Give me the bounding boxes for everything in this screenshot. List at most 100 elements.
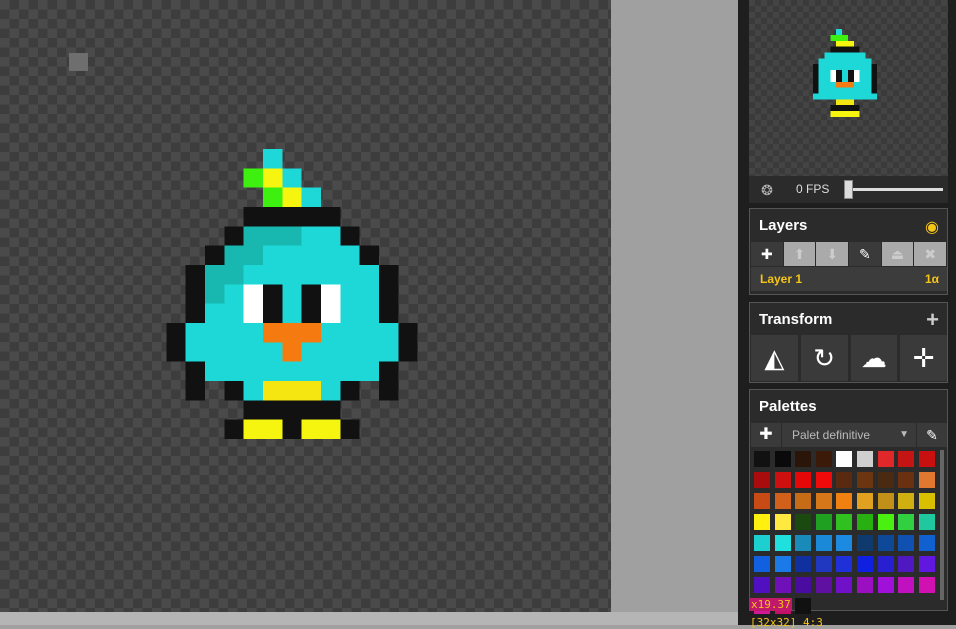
palette-scrollbar[interactable] bbox=[940, 450, 944, 600]
color-swatch[interactable] bbox=[898, 472, 915, 488]
clone-sheep-icon[interactable]: ☁ bbox=[850, 335, 898, 381]
fps-slider-handle[interactable] bbox=[844, 180, 853, 199]
color-swatch[interactable] bbox=[815, 472, 832, 488]
color-swatch[interactable] bbox=[857, 535, 873, 551]
color-swatch[interactable] bbox=[836, 535, 853, 551]
brush-cursor bbox=[69, 53, 88, 71]
color-swatch[interactable] bbox=[877, 577, 894, 593]
flip-icon[interactable]: ◭ bbox=[751, 335, 798, 381]
add-palette-button[interactable]: ✚ bbox=[751, 423, 782, 447]
layer-toolbar: ✚ ⬆ ⬇ ✎ ⏏ ✖ bbox=[751, 242, 948, 266]
color-swatch[interactable] bbox=[754, 514, 770, 530]
color-swatch[interactable] bbox=[857, 451, 873, 467]
color-swatch[interactable] bbox=[795, 535, 812, 551]
rename-layer-button[interactable]: ✎ bbox=[849, 242, 882, 266]
palette-select[interactable]: Palet definitive ▼ bbox=[782, 423, 915, 447]
canvas-size: [32x32] 4:3 bbox=[750, 616, 823, 629]
edit-palette-button[interactable]: ✎ bbox=[916, 423, 947, 447]
color-swatch[interactable] bbox=[815, 556, 832, 572]
color-swatch[interactable] bbox=[795, 514, 812, 530]
color-swatch[interactable] bbox=[795, 598, 812, 614]
color-swatch[interactable] bbox=[815, 535, 832, 551]
rotate-icon[interactable]: ↻ bbox=[800, 335, 848, 381]
color-swatch[interactable] bbox=[795, 472, 812, 488]
layer-opacity[interactable]: 1α bbox=[925, 272, 939, 286]
color-swatch[interactable] bbox=[754, 556, 770, 572]
fps-slider-track[interactable] bbox=[847, 188, 943, 191]
color-swatch[interactable] bbox=[774, 556, 791, 572]
color-swatch[interactable] bbox=[774, 451, 791, 467]
color-swatch[interactable] bbox=[774, 577, 791, 593]
transform-title: Transform bbox=[759, 311, 833, 328]
color-swatch[interactable] bbox=[898, 535, 915, 551]
color-swatch[interactable] bbox=[877, 451, 894, 467]
layers-panel: Layers ◉ ✚ ⬆ ⬇ ✎ ⏏ ✖ Layer 1 1α bbox=[749, 208, 948, 295]
color-swatch[interactable] bbox=[774, 472, 791, 488]
color-swatch[interactable] bbox=[918, 472, 935, 488]
color-swatch[interactable] bbox=[754, 472, 770, 488]
color-swatch[interactable] bbox=[857, 493, 873, 509]
color-swatch[interactable] bbox=[795, 556, 812, 572]
palettes-title: Palettes bbox=[759, 398, 817, 415]
onion-skin-icon[interactable]: ❂ bbox=[758, 181, 776, 199]
add-layer-button[interactable]: ✚ bbox=[751, 242, 784, 266]
color-swatch[interactable] bbox=[774, 493, 791, 509]
color-swatch[interactable] bbox=[815, 514, 832, 530]
horizontal-scrollbar[interactable] bbox=[0, 612, 738, 625]
color-swatch[interactable] bbox=[918, 577, 935, 593]
delete-layer-button[interactable]: ✖ bbox=[914, 242, 948, 266]
palettes-panel: Palettes ✚ Palet definitive ▼ ✎ bbox=[749, 389, 948, 614]
color-swatch[interactable] bbox=[898, 577, 915, 593]
layers-title: Layers bbox=[759, 217, 808, 234]
color-swatch[interactable] bbox=[877, 514, 894, 530]
color-swatch[interactable] bbox=[918, 514, 935, 530]
color-swatch[interactable] bbox=[857, 472, 873, 488]
color-swatch[interactable] bbox=[774, 514, 791, 530]
color-swatch[interactable] bbox=[918, 535, 935, 551]
color-swatch[interactable] bbox=[877, 472, 894, 488]
merge-layer-button[interactable]: ⏏ bbox=[881, 242, 915, 266]
color-swatch[interactable] bbox=[857, 577, 873, 593]
center-icon[interactable]: ✛ bbox=[900, 335, 947, 381]
color-swatch[interactable] bbox=[836, 556, 853, 572]
color-swatch[interactable] bbox=[795, 451, 812, 467]
color-swatch[interactable] bbox=[836, 451, 853, 467]
pixel-art-sprite bbox=[166, 149, 418, 439]
color-swatch[interactable] bbox=[836, 493, 853, 509]
eye-icon[interactable]: ◉ bbox=[925, 217, 939, 237]
color-swatch[interactable] bbox=[857, 556, 873, 572]
color-swatch[interactable] bbox=[898, 556, 915, 572]
palette-select-value: Palet definitive bbox=[792, 428, 871, 442]
color-swatch[interactable] bbox=[898, 493, 915, 509]
color-swatch[interactable] bbox=[774, 535, 791, 551]
cursor-coordinates: x19.37 bbox=[750, 598, 792, 611]
move-layer-down-button[interactable]: ⬇ bbox=[816, 242, 850, 266]
color-swatch[interactable] bbox=[836, 472, 853, 488]
transform-panel: Transform + ◭ ↻ ☁ ✛ bbox=[749, 302, 948, 383]
color-swatch[interactable] bbox=[754, 451, 770, 467]
color-swatch[interactable] bbox=[815, 577, 832, 593]
color-swatch[interactable] bbox=[877, 556, 894, 572]
color-swatch[interactable] bbox=[877, 535, 894, 551]
color-swatch[interactable] bbox=[898, 514, 915, 530]
color-swatch[interactable] bbox=[877, 493, 894, 509]
move-layer-up-button[interactable]: ⬆ bbox=[783, 242, 817, 266]
transform-toolbar: ◭ ↻ ☁ ✛ bbox=[751, 335, 947, 381]
color-swatch[interactable] bbox=[836, 577, 853, 593]
color-swatch[interactable] bbox=[754, 535, 770, 551]
color-swatch[interactable] bbox=[815, 493, 832, 509]
color-swatch[interactable] bbox=[918, 556, 935, 572]
layer-item[interactable]: Layer 1 1α bbox=[751, 267, 947, 291]
color-swatch[interactable] bbox=[898, 451, 915, 467]
color-swatch[interactable] bbox=[918, 493, 935, 509]
color-swatch[interactable] bbox=[795, 577, 812, 593]
color-swatch[interactable] bbox=[754, 493, 770, 509]
expand-transform-icon[interactable]: + bbox=[926, 307, 939, 333]
color-swatch[interactable] bbox=[815, 451, 832, 467]
color-swatch[interactable] bbox=[918, 451, 935, 467]
color-swatch[interactable] bbox=[836, 514, 853, 530]
color-swatch[interactable] bbox=[795, 493, 812, 509]
color-swatch[interactable] bbox=[754, 577, 770, 593]
color-swatch[interactable] bbox=[857, 514, 873, 530]
drawing-canvas[interactable] bbox=[0, 0, 611, 612]
